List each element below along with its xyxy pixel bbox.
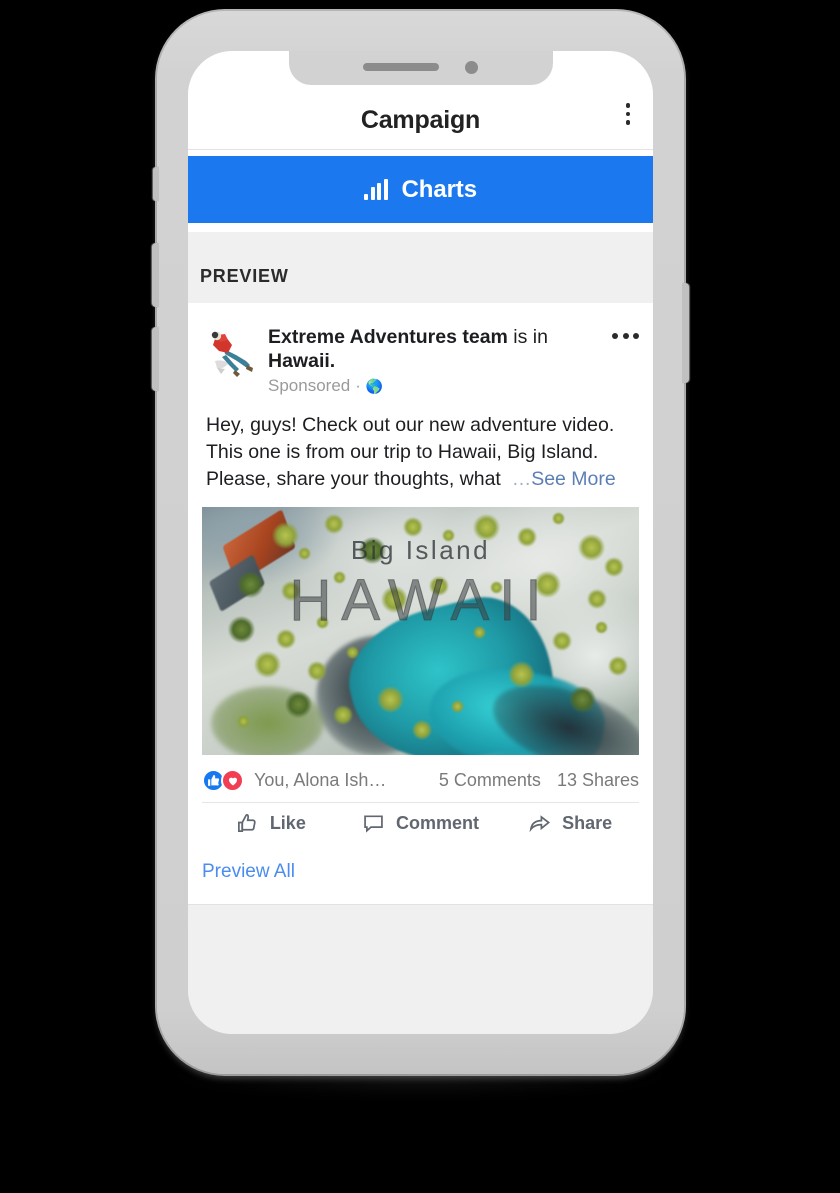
comment-button-label: Comment [396, 813, 480, 833]
truncation-ellipsis: … [511, 468, 532, 490]
volume-down-button[interactable] [152, 327, 159, 391]
power-button[interactable] [682, 283, 689, 383]
post-image-palm-trees [202, 507, 639, 755]
like-button-label: Like [269, 813, 306, 833]
post-author-name[interactable]: Extreme Adventures team [268, 326, 508, 348]
sponsored-label: Sponsored [268, 376, 351, 395]
post-author-line: Extreme Adventures team is in Hawaii. [268, 325, 605, 373]
globe-icon: 🌎 [365, 378, 384, 394]
kebab-dot [625, 103, 631, 108]
charts-button-label: Charts [401, 175, 478, 203]
earpiece-speaker-icon [363, 63, 439, 71]
preview-section-header: PREVIEW [188, 260, 653, 303]
share-button-label: Share [562, 813, 613, 833]
post-action-text: is in [507, 326, 548, 348]
front-camera-icon [465, 60, 478, 74]
post-location[interactable]: Hawaii. [268, 350, 335, 372]
like-button[interactable]: Like [196, 812, 346, 835]
device-notch [288, 51, 553, 85]
post-image[interactable]: Big Island HAWAII [202, 507, 639, 755]
post-body-text: Hey, guys! Check out our new adventure v… [188, 396, 653, 493]
preview-all-link[interactable]: Preview All [202, 861, 295, 882]
skydiver-avatar[interactable] [206, 327, 260, 379]
phone-device-frame: Campaign Charts PREVIEW Extreme Adventur… [152, 11, 689, 1074]
volume-up-button[interactable] [152, 243, 159, 307]
screen-empty-area [188, 905, 653, 1034]
kebab-dot [625, 120, 631, 125]
see-more-link[interactable]: …See More [506, 468, 616, 490]
comment-bubble-icon [364, 815, 383, 833]
mute-switch-button[interactable] [153, 167, 159, 201]
see-more-label: See More [531, 468, 616, 490]
preview-all-row: Preview All [188, 849, 653, 905]
post-reactions-bar: You, Alona Ish… 5 Comments 13 Shares [188, 755, 653, 802]
screenshot-stage: Campaign Charts PREVIEW Extreme Adventur… [0, 0, 840, 1193]
charts-button-container: Charts [188, 150, 653, 232]
post-option-dot [622, 333, 629, 339]
share-count[interactable]: 13 Shares [557, 770, 639, 791]
comment-button[interactable]: Comment [346, 812, 496, 835]
page-title: Campaign [360, 106, 481, 134]
post-meta: Sponsored · 🌎 [268, 376, 605, 396]
reaction-icons[interactable] [202, 769, 244, 792]
post-option-dot [612, 333, 618, 339]
post-options-dots[interactable] [612, 333, 639, 339]
post-header: Extreme Adventures team is in Hawaii. Sp… [188, 325, 653, 396]
meta-separator: · [355, 376, 361, 395]
post-option-dot [633, 333, 639, 339]
bar-chart-icon [364, 179, 388, 200]
charts-button[interactable]: Charts [188, 156, 653, 223]
post-author-block: Extreme Adventures team is in Hawaii. Sp… [260, 325, 639, 396]
reaction-names[interactable]: You, Alona Ish… [254, 770, 386, 791]
kebab-dot [625, 111, 631, 117]
phone-screen: Campaign Charts PREVIEW Extreme Adventur… [188, 51, 653, 1034]
comment-count[interactable]: 5 Comments [439, 770, 541, 791]
share-arrow-icon [529, 815, 551, 833]
thumbs-up-icon [237, 814, 256, 833]
kebab-menu-icon[interactable] [618, 101, 638, 127]
heart-reaction-icon [221, 769, 244, 792]
section-spacer [188, 232, 653, 260]
share-button[interactable]: Share [495, 812, 645, 835]
post-card: Extreme Adventures team is in Hawaii. Sp… [188, 303, 653, 849]
post-actions-bar: Like Comment Share [188, 803, 653, 849]
